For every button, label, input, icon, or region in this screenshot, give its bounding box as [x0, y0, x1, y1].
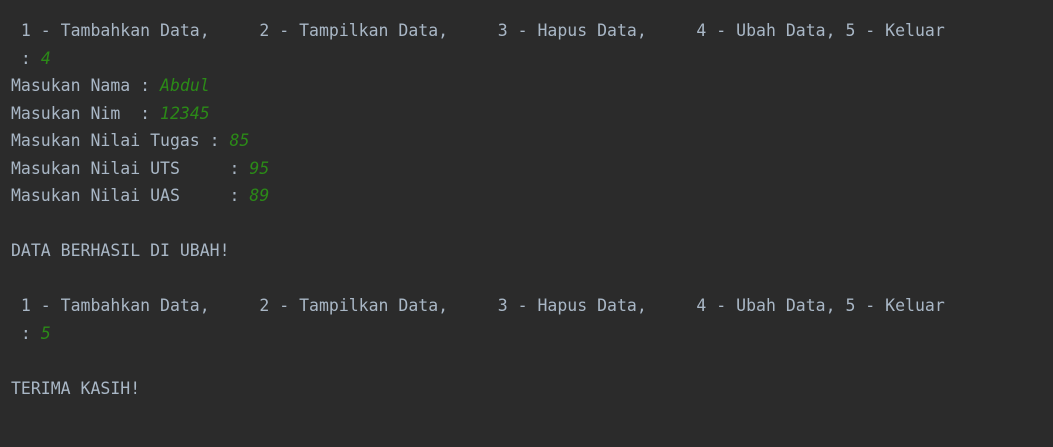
tugas-input-value: 85	[229, 131, 250, 150]
nim-input-value: 12345	[160, 103, 210, 123]
uas-line: Masukan Nilai UAS : 89	[11, 182, 1053, 210]
uts-line: Masukan Nilai UTS : 95	[11, 155, 1053, 183]
uas-label: Masukan Nilai UAS :	[11, 186, 250, 205]
tugas-line: Masukan Nilai Tugas : 85	[11, 127, 1053, 155]
choice-input-value: 5	[40, 323, 51, 343]
uts-label: Masukan Nilai UTS :	[11, 158, 250, 178]
choice-line: : 5	[11, 320, 1053, 348]
menu-prompt-line: 1 - Tambahkan Data, 2 - Tampilkan Data, …	[11, 17, 1053, 45]
choice-line: : 4	[11, 45, 1053, 73]
menu-prompt-text: 1 - Tambahkan Data, 2 - Tampilkan Data, …	[11, 296, 945, 315]
nim-line: Masukan Nim : 12345	[11, 100, 1053, 128]
nama-label: Masukan Nama :	[11, 76, 161, 95]
choice-label: :	[11, 323, 41, 343]
update-message-line: DATA BERHASIL DI UBAH!	[11, 237, 1053, 265]
nama-input-value: Abdul	[160, 76, 210, 95]
tugas-label: Masukan Nilai Tugas :	[11, 131, 230, 150]
menu-prompt-line: 1 - Tambahkan Data, 2 - Tampilkan Data, …	[11, 292, 1053, 320]
console-output-panel[interactable]: 1 - Tambahkan Data, 2 - Tampilkan Data, …	[0, 0, 1053, 447]
uas-input-value: 89	[249, 186, 270, 205]
exit-message-line: TERIMA KASIH!	[11, 375, 1053, 403]
nim-label: Masukan Nim :	[11, 103, 161, 123]
choice-input-value: 4	[40, 48, 51, 68]
menu-prompt-text: 1 - Tambahkan Data, 2 - Tampilkan Data, …	[11, 21, 945, 40]
nama-line: Masukan Nama : Abdul	[11, 72, 1053, 100]
exit-message: TERIMA KASIH!	[11, 378, 141, 398]
choice-label: :	[11, 48, 41, 68]
update-message: DATA BERHASIL DI UBAH!	[11, 241, 230, 260]
uts-input-value: 95	[249, 158, 270, 178]
